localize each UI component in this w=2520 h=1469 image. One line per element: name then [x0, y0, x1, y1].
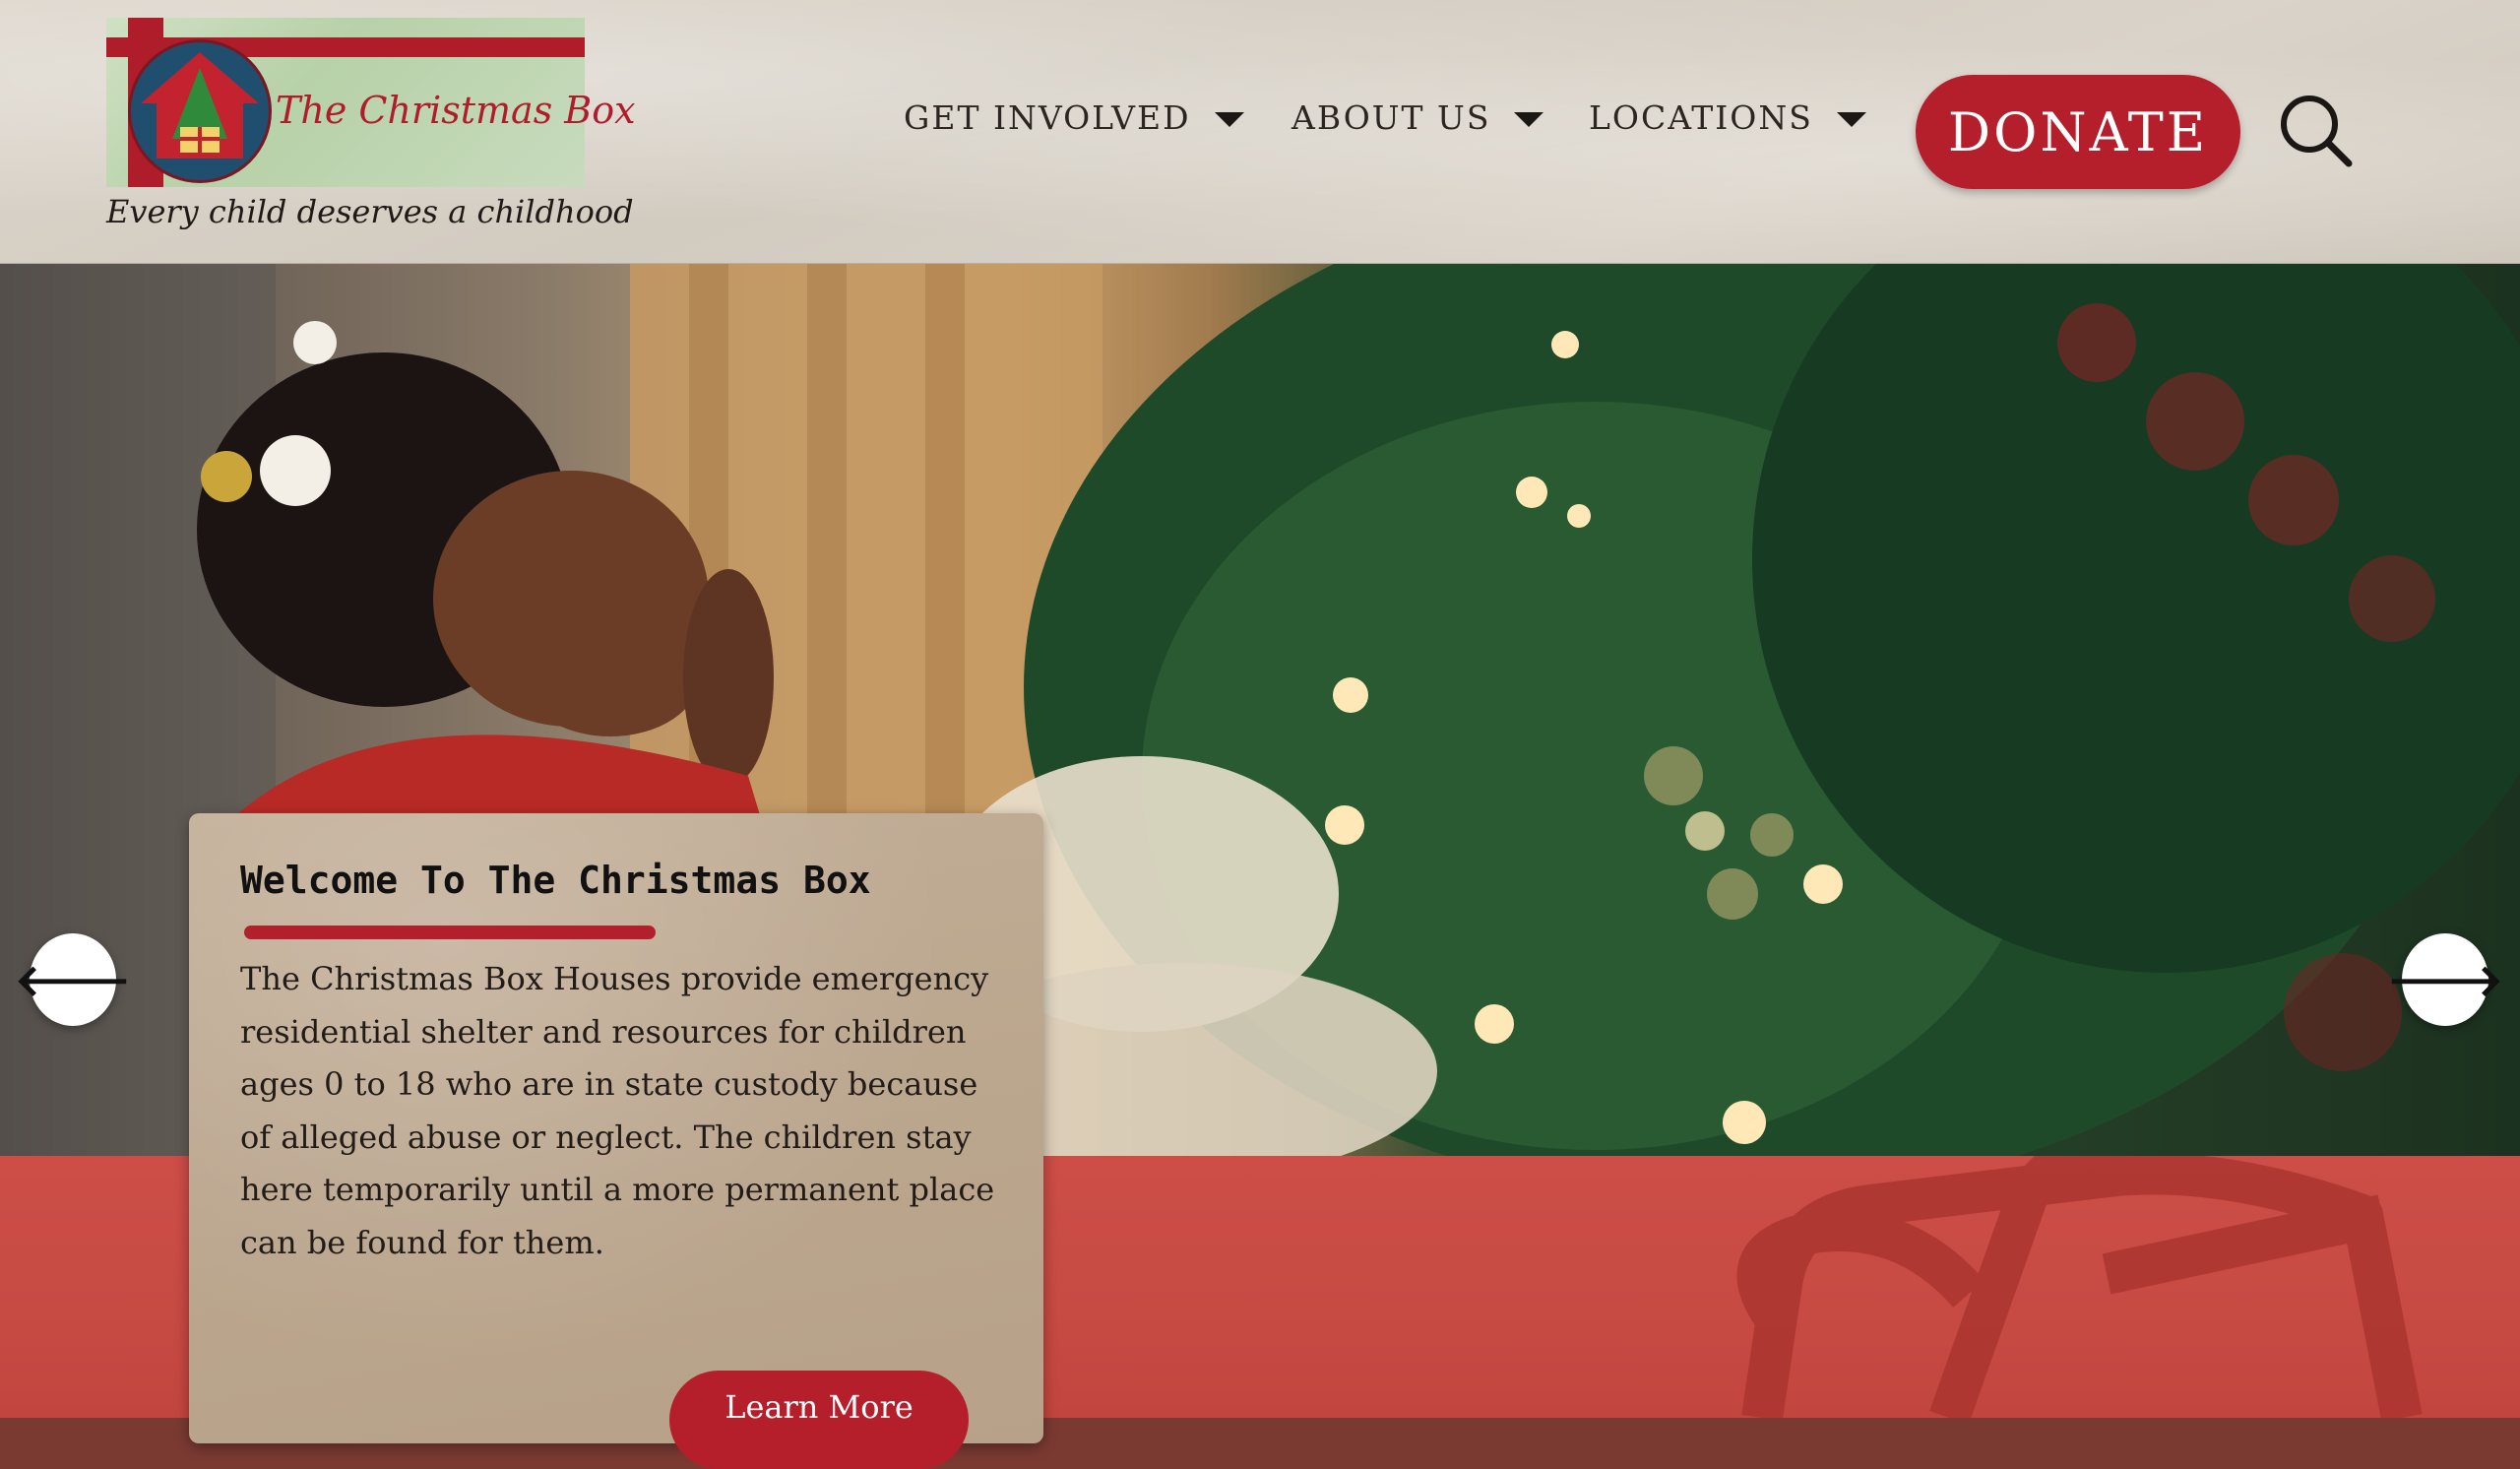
welcome-description: The Christmas Box Houses provide emergen… [240, 953, 1028, 1269]
site-header: The Christmas Box Every child deserves a… [0, 0, 2520, 264]
nav-label: GET INVOLVED [904, 98, 1191, 137]
learn-more-button[interactable]: Learn More [669, 1371, 969, 1469]
arrow-right-icon: 🡒 [2387, 956, 2503, 1006]
nav-label: LOCATIONS [1589, 98, 1813, 137]
tagline: Every child deserves a childhood [106, 193, 634, 230]
welcome-title: Welcome To The Christmas Box [240, 859, 871, 902]
search-icon[interactable] [2276, 91, 2355, 169]
caret-down-icon[interactable] [1214, 112, 1244, 127]
arrow-left-icon: 🡐 [15, 956, 131, 1006]
description-line: residential shelter and resources for ch… [240, 1012, 967, 1051]
nav-about-us[interactable]: ABOUT US [1292, 98, 1544, 137]
description-line: here temporarily until a more permanent … [240, 1171, 995, 1208]
caret-down-icon[interactable] [1514, 112, 1544, 127]
description-line: of alleged abuse or neglect. The childre… [240, 1118, 972, 1156]
caret-down-icon[interactable] [1836, 112, 1866, 127]
description-line: ages 0 to 18 who are in state custody be… [240, 1065, 978, 1103]
logo-wordmark: The Christmas Box [276, 89, 636, 132]
description-line: can be found for them. [240, 1223, 604, 1261]
logo-house-icon [128, 39, 272, 183]
description-line: The Christmas Box Houses provide emergen… [240, 960, 989, 997]
donate-button[interactable]: DONATE [1916, 75, 2240, 189]
welcome-card: Welcome To The Christmas Box The Christm… [189, 813, 1043, 1469]
nav-label: ABOUT US [1292, 98, 1491, 137]
title-underline [244, 926, 656, 939]
carousel-next-button[interactable]: 🡒 [2387, 933, 2503, 1026]
logo[interactable]: The Christmas Box [106, 18, 636, 187]
carousel-prev-button[interactable]: 🡐 [15, 933, 131, 1026]
nav-get-involved[interactable]: GET INVOLVED [904, 98, 1244, 137]
nav-locations[interactable]: LOCATIONS [1589, 98, 1866, 137]
